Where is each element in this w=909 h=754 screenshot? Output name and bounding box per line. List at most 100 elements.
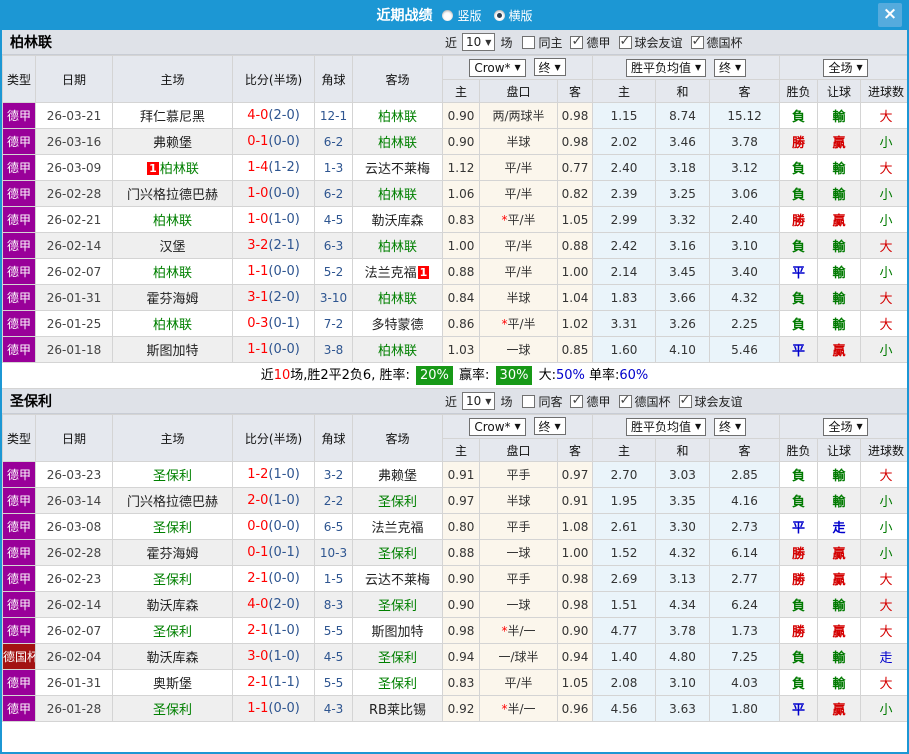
competition-type: 德甲 <box>2 102 36 129</box>
league-checkbox-label[interactable]: 德国杯 <box>635 395 671 409</box>
recent-count-select[interactable]: 10 ▼ <box>462 33 496 51</box>
same-venue-checkbox[interactable] <box>522 35 536 49</box>
sub-header-avg-away: 客 <box>709 79 781 103</box>
same-venue-label[interactable]: 同客 <box>538 393 562 410</box>
handicap-result: 贏 <box>817 336 862 363</box>
avg-away-odds: 3.10 <box>709 232 781 259</box>
avg-home-odds: 1.52 <box>592 539 657 566</box>
avg-away-odds: 1.73 <box>709 617 781 644</box>
same-venue-label[interactable]: 同主 <box>538 34 562 51</box>
match-result: 負 <box>779 284 819 311</box>
odds-time-dropdown[interactable]: 终 ▼ <box>533 417 566 436</box>
league-checkbox-label[interactable]: 球会友谊 <box>695 395 743 409</box>
score: 1-0(1-0) <box>232 206 315 233</box>
fulltime-score: 2-1 <box>247 675 269 690</box>
col-header-away: 客场 <box>352 414 443 462</box>
corner-count: 2-2 <box>314 487 353 514</box>
radio-selected-icon[interactable] <box>493 9 505 21</box>
sub-header-goals: 进球数 <box>860 79 907 103</box>
sub-header-odds-away: 客 <box>556 438 594 462</box>
league-checkbox[interactable] <box>618 34 632 49</box>
close-button[interactable]: × <box>878 3 902 27</box>
handicap: 一球 <box>479 336 558 363</box>
halftime-score: (1-1) <box>268 675 300 690</box>
league-checkbox-label[interactable]: 德甲 <box>586 36 610 50</box>
league-checkbox-label[interactable]: 球会友谊 <box>635 36 683 50</box>
goals-result: 小 <box>860 695 907 722</box>
match-row: 德国杯 26-02-04 勒沃库森 3-0(1-0) 4-5 圣保利 0.94 一/球半 0.9… <box>2 643 907 670</box>
chevron-down-icon: ▼ <box>856 422 863 431</box>
bookmaker-dropdown[interactable]: Crow* ▼ <box>469 417 526 436</box>
league-checkbox[interactable] <box>678 393 692 408</box>
competition-type: 德甲 <box>2 310 36 337</box>
goals-result: 大 <box>860 154 907 181</box>
halftime-score: (2-1) <box>268 238 300 253</box>
chevron-down-icon: ▼ <box>485 396 492 406</box>
match-date: 26-02-28 <box>35 539 113 566</box>
avg-odds-dropdown[interactable]: 胜平负均值 ▼ <box>625 58 707 77</box>
handicap-result: 贏 <box>817 206 862 233</box>
avg-draw-odds: 3.03 <box>655 461 711 488</box>
score: 1-1(0-0) <box>232 336 315 363</box>
handicap: 平/半 <box>479 180 558 207</box>
team-name-text: 柏林联 <box>152 318 192 333</box>
home-odds: 0.91 <box>442 461 480 488</box>
league-checkbox[interactable] <box>570 34 584 49</box>
record-summary: 近10场,胜2平2负6, 胜率: 20% 赢率: 30% 大:50% 单率:60… <box>2 363 907 389</box>
away-team: 斯图加特 <box>352 617 443 644</box>
corner-count: 8-3 <box>314 591 353 618</box>
team-name-text: 圣保利 <box>152 521 192 536</box>
match-date: 26-03-14 <box>35 487 113 514</box>
odds-time-dropdown[interactable]: 终 ▼ <box>533 58 566 77</box>
avg-time-dropdown[interactable]: 终 ▼ <box>713 58 747 77</box>
scope-dropdown[interactable]: 全场 ▼ <box>823 58 868 77</box>
team-name-text: 柏林联 <box>377 188 417 203</box>
recent-count-select[interactable]: 10 ▼ <box>462 392 496 410</box>
match-row: 德甲 26-01-18 斯图加特 1-1(0-0) 3-8 柏林联 1.03 一球 0.85 1.… <box>2 336 907 363</box>
match-result: 負 <box>779 180 819 207</box>
handicap: 平/半 <box>479 154 558 181</box>
league-checkbox-label[interactable]: 德甲 <box>586 395 610 409</box>
league-checkbox[interactable] <box>618 393 632 408</box>
radio-label-vertical: 竖版 <box>457 8 482 23</box>
fulltime-score: 1-2 <box>247 467 269 482</box>
home-odds: 0.92 <box>442 695 480 722</box>
match-result: 負 <box>779 643 819 670</box>
layout-radio-vertical[interactable]: 竖版 <box>442 7 482 24</box>
goals-result: 大 <box>860 284 907 311</box>
chevron-down-icon: ▼ <box>734 63 742 72</box>
league-checkbox-label[interactable]: 德国杯 <box>707 36 743 50</box>
same-venue-checkbox[interactable] <box>522 394 536 408</box>
home-team: 勒沃库森 <box>112 591 233 618</box>
match-date: 26-02-23 <box>35 565 113 592</box>
chevron-down-icon: ▼ <box>485 37 492 47</box>
layout-radio-horizontal[interactable]: 横版 <box>493 7 533 24</box>
match-result: 負 <box>779 102 819 129</box>
chevron-down-icon: ▼ <box>554 421 561 431</box>
match-result: 負 <box>779 310 819 337</box>
avg-draw-odds: 4.10 <box>655 336 711 363</box>
avg-time-dropdown[interactable]: 终 ▼ <box>713 417 747 436</box>
home-odds: 0.88 <box>442 258 480 285</box>
away-odds: 0.85 <box>556 336 594 363</box>
league-checkbox[interactable] <box>690 34 704 49</box>
league-filters: 德甲 球会友谊 德国杯 <box>562 34 743 51</box>
team-name-text: 柏林联 <box>152 214 192 229</box>
avg-home-odds: 1.40 <box>592 643 657 670</box>
league-checkbox[interactable] <box>570 393 584 408</box>
avg-odds-dropdown[interactable]: 胜平负均值 ▼ <box>625 417 707 436</box>
corner-count: 4-3 <box>314 695 353 722</box>
match-result: 負 <box>779 487 819 514</box>
avg-away-odds: 1.80 <box>709 695 781 722</box>
halftime-score: (0-0) <box>268 519 300 534</box>
home-team: 圣保利 <box>112 461 233 488</box>
away-team: 柏林联 <box>352 284 443 311</box>
avg-draw-odds: 4.32 <box>655 539 711 566</box>
col-header-date: 日期 <box>35 414 113 462</box>
bookmaker-dropdown[interactable]: Crow* ▼ <box>469 58 526 77</box>
scope-dropdown[interactable]: 全场 ▼ <box>823 417 868 436</box>
avg-away-odds: 15.12 <box>709 102 781 129</box>
handicap-result: 輸 <box>817 284 862 311</box>
corner-count: 6-3 <box>314 232 353 259</box>
radio-unselected-icon[interactable] <box>442 9 454 21</box>
